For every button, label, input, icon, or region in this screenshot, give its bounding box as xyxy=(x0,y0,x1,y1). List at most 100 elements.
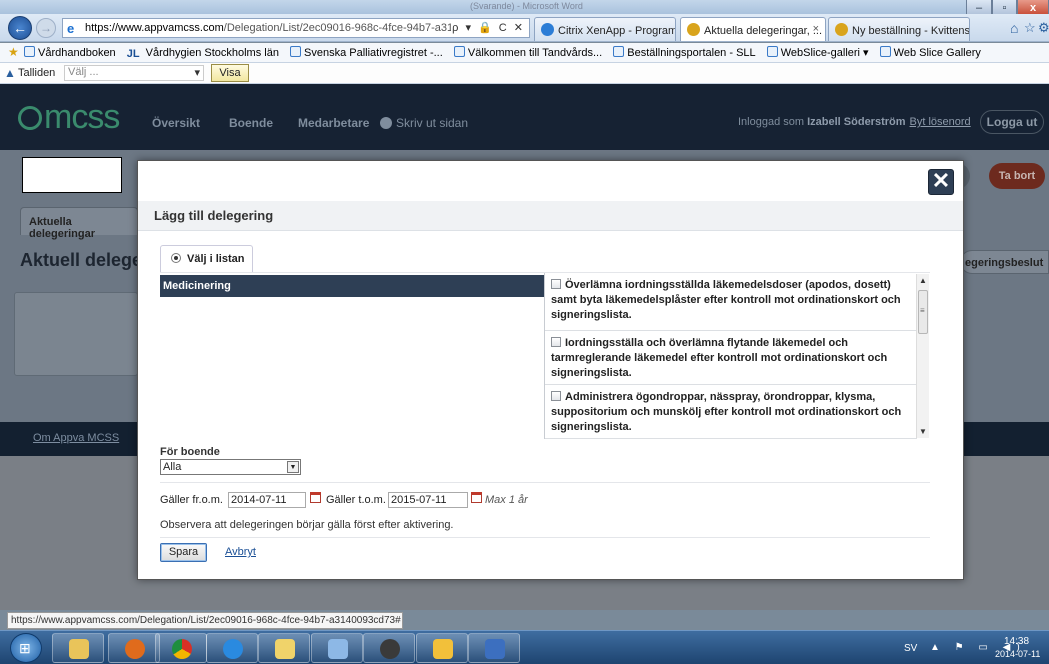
favorite-link[interactable]: JL Vårdhygien Stockholms län xyxy=(126,47,279,60)
valid-to-input[interactable]: 2015-07-11 xyxy=(388,492,468,508)
add-favorite-star-icon[interactable]: ★ xyxy=(8,45,19,59)
calendar-icon[interactable] xyxy=(471,492,482,503)
category-item-medicinering[interactable]: Medicinering xyxy=(160,275,544,297)
jl-logo-icon: JL xyxy=(126,48,140,60)
cancel-link[interactable]: Avbryt xyxy=(225,546,256,558)
valid-from-input[interactable]: 2014-07-11 xyxy=(228,492,306,508)
browser-tab-citrix[interactable]: Citrix XenApp - Program xyxy=(534,17,676,41)
delete-button[interactable]: Ta bort xyxy=(989,163,1045,189)
start-button[interactable]: ⊞ xyxy=(10,633,42,663)
valid-from-label: Gäller fr.o.m. xyxy=(160,494,223,506)
task-list: Överlämna iordningsställda läkemedelsdos… xyxy=(544,273,930,439)
gear-icon[interactable]: ⚙ xyxy=(1038,20,1049,36)
choose-from-list-tab[interactable]: Välj i listan xyxy=(160,245,253,273)
media-player-icon xyxy=(125,639,145,659)
taskbar-compass[interactable] xyxy=(363,633,415,663)
language-indicator[interactable]: SV xyxy=(904,643,917,654)
unit-label: Talliden xyxy=(18,67,56,79)
favorite-link[interactable]: WebSlice-galleri ▾ xyxy=(766,46,869,59)
scroll-down-icon[interactable]: ▼ xyxy=(919,427,927,436)
mcss-logo[interactable]: mcss xyxy=(18,98,120,137)
favorites-star-icon[interactable]: ☆ xyxy=(1024,20,1036,36)
chevron-down-icon: ▼ xyxy=(287,461,299,473)
logo-circle-icon xyxy=(18,106,42,130)
activation-notice: Observera att delegeringen börjar gälla … xyxy=(160,519,454,531)
user-name: Izabell Söderström xyxy=(807,116,906,128)
forward-button[interactable]: → xyxy=(36,18,56,38)
save-button[interactable]: Spara xyxy=(160,543,207,562)
taskbar-outlook[interactable] xyxy=(416,633,468,663)
favorite-link[interactable]: Vårdhandboken xyxy=(24,46,116,59)
task-item[interactable]: Överlämna iordningsställda läkemedelsdos… xyxy=(545,273,917,331)
category-list: Medicinering xyxy=(160,273,544,439)
favorite-link[interactable]: Välkommen till Tandvårds... xyxy=(453,46,602,59)
boende-select[interactable]: Alla ▼ xyxy=(160,459,301,475)
tab-close-icon[interactable]: × xyxy=(813,23,819,35)
valid-to-label: Gäller t.o.m. xyxy=(326,494,386,506)
ie-tab-icon xyxy=(687,23,700,36)
print-page-link[interactable]: Skriv ut sidan xyxy=(380,116,468,130)
tab-aktuella-delegeringar[interactable]: Aktuella delegeringar xyxy=(20,207,138,240)
task-checkbox[interactable] xyxy=(551,279,561,289)
back-button[interactable]: ← xyxy=(8,16,32,40)
taskbar-internet-explorer[interactable] xyxy=(206,633,258,663)
dialog-title: Lägg till delegering xyxy=(154,208,274,223)
outlook-icon xyxy=(433,639,453,659)
nav-medarbetare[interactable]: Medarbetare xyxy=(298,116,369,130)
address-bar[interactable]: e https://www.appvamcss.com/Delegation/L… xyxy=(62,18,530,38)
taskbar-word[interactable] xyxy=(468,633,520,663)
logout-button[interactable]: Logga ut xyxy=(980,110,1044,134)
favorite-page-icon xyxy=(766,46,778,57)
task-item[interactable]: Iordningsställa och överlämna flytande l… xyxy=(545,331,917,385)
favorite-link[interactable]: Web Slice Gallery xyxy=(879,46,981,59)
chrome-icon xyxy=(172,639,192,659)
compass-icon xyxy=(380,639,400,659)
task-list-scrollbar[interactable]: ▲ ≡ ▼ xyxy=(916,274,929,438)
nav-oversikt[interactable]: Översikt xyxy=(152,116,200,130)
calendar-icon[interactable] xyxy=(310,492,321,503)
ie-tab-icon xyxy=(835,23,848,36)
browser-tab-delegeringar[interactable]: Aktuella delegeringar, ... × xyxy=(680,17,826,41)
site-header: mcss Översikt Boende Medarbetare Skriv u… xyxy=(0,84,1049,150)
visa-button[interactable]: Visa xyxy=(211,64,249,82)
clock-date[interactable]: 2014-07-11 xyxy=(995,649,1040,659)
scroll-thumb[interactable]: ≡ xyxy=(918,290,928,334)
taskbar-chrome[interactable] xyxy=(155,633,207,663)
address-tools-icons[interactable]: ρ ▾ 🔒 C ✕ xyxy=(452,21,525,34)
home-icon[interactable]: ⌂ xyxy=(1010,20,1018,36)
citrix-icon xyxy=(328,639,348,659)
close-icon[interactable]: ✕ xyxy=(928,169,954,195)
boende-label: För boende xyxy=(160,446,220,458)
divider xyxy=(160,537,930,538)
task-checkbox[interactable] xyxy=(551,391,561,401)
favorite-link[interactable]: Svenska Palliativregistret -... xyxy=(290,46,443,59)
divider xyxy=(160,482,930,483)
internet-explorer-icon xyxy=(223,639,243,659)
dialog-header: Lägg till delegering xyxy=(138,201,963,231)
taskbar-explorer[interactable] xyxy=(52,633,104,663)
radio-selected-icon[interactable] xyxy=(171,253,181,263)
taskbar-folder[interactable] xyxy=(258,633,310,663)
task-checkbox[interactable] xyxy=(551,337,561,347)
task-item[interactable]: Administrera ögondroppar, nässpray, öron… xyxy=(545,385,917,439)
address-row: ← → e https://www.appvamcss.com/Delegati… xyxy=(0,14,1049,42)
clock-time[interactable]: 14:38 xyxy=(1004,636,1029,648)
ie-page-icon: e xyxy=(67,21,75,36)
nav-boende[interactable]: Boende xyxy=(229,116,273,130)
taskbar-media-player[interactable] xyxy=(108,633,160,663)
scroll-up-icon[interactable]: ▲ xyxy=(919,276,927,285)
favorite-link[interactable]: Beställningsportalen - SLL xyxy=(613,46,756,59)
windows-taskbar: ⊞ SV ▲ ⚑ ▭ ◀) 14:38 2014-07-11 xyxy=(0,630,1049,664)
about-link[interactable]: Om Appva MCSS xyxy=(33,432,119,444)
browser-tab-bestallning[interactable]: Ny beställning - Kvittens xyxy=(828,17,970,41)
unit-select[interactable]: Välj ... ▾ xyxy=(64,65,204,81)
redacted-box xyxy=(22,157,122,193)
taskbar-citrix[interactable] xyxy=(311,633,363,663)
address-url: https://www.appvamcss.com/Delegation/Lis… xyxy=(85,22,451,34)
change-password-link[interactable]: Byt lösenord xyxy=(910,116,971,128)
explorer-icon xyxy=(69,639,89,659)
favorite-page-icon xyxy=(290,46,302,57)
favorite-page-icon xyxy=(613,46,625,57)
favorite-page-icon xyxy=(879,46,891,57)
delegation-decision-button[interactable]: egeringsbeslut xyxy=(960,250,1049,274)
